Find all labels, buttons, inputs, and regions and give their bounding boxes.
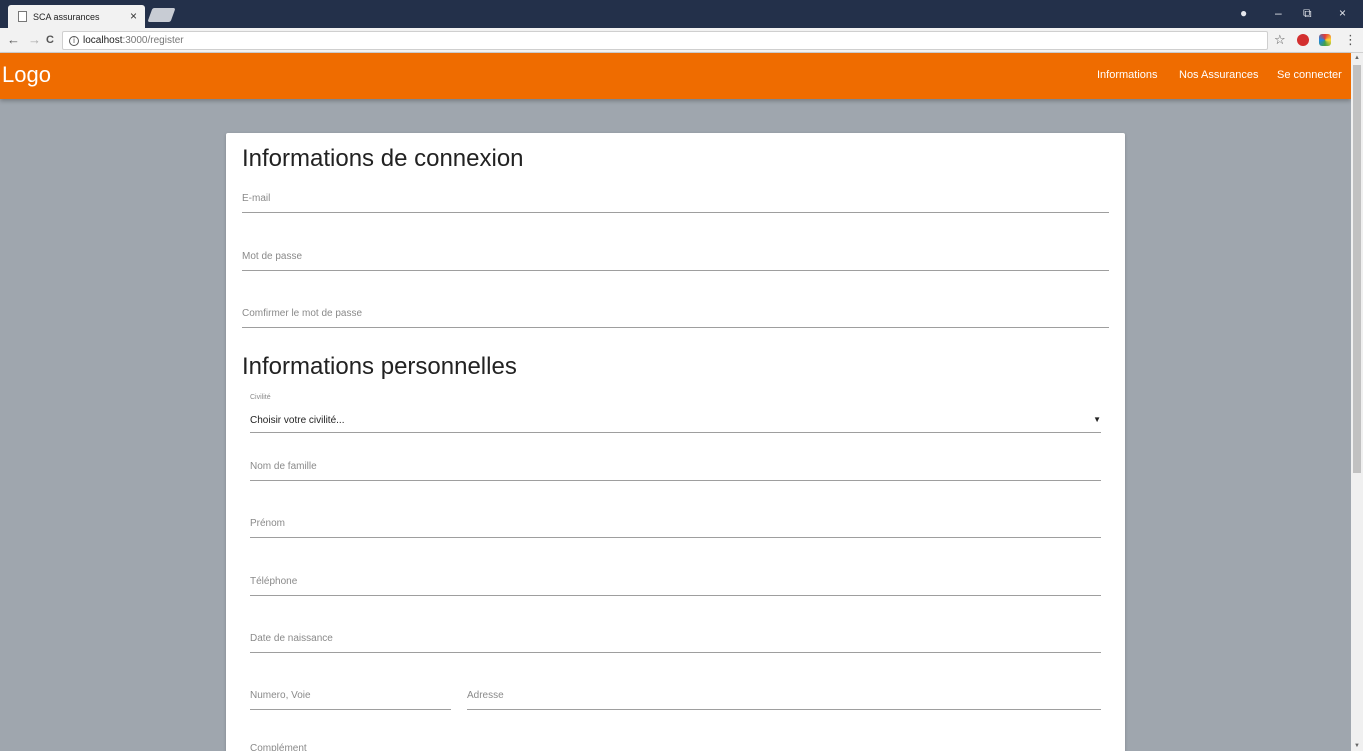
address-placeholder: Adresse bbox=[467, 690, 504, 701]
firstname-field[interactable]: Prénom bbox=[250, 516, 1101, 538]
nav-informations[interactable]: Informations bbox=[1097, 69, 1158, 81]
email-field[interactable]: E-mail bbox=[242, 191, 1109, 213]
chevron-down-icon: ▼ bbox=[1093, 415, 1101, 424]
complement-placeholder: Complément bbox=[250, 743, 307, 751]
lastname-field[interactable]: Nom de famille bbox=[250, 459, 1101, 481]
birthdate-field[interactable]: Date de naissance bbox=[250, 631, 1101, 653]
browser-titlebar: SCA assurances × ● – ⧉ × bbox=[0, 0, 1363, 28]
color-extension-icon[interactable] bbox=[1319, 34, 1331, 46]
civility-label: Civilité bbox=[250, 394, 271, 401]
minimize-button[interactable]: – bbox=[1275, 6, 1282, 20]
login-section-title: Informations de connexion bbox=[242, 145, 524, 172]
scroll-up-icon[interactable]: ▲ bbox=[1354, 55, 1360, 61]
scroll-thumb[interactable] bbox=[1353, 65, 1361, 473]
register-form-card: Informations de connexion E-mail Mot de … bbox=[226, 133, 1125, 751]
civility-select[interactable]: Choisir votre civilité... ▼ bbox=[250, 411, 1101, 433]
page-scrollbar[interactable]: ▲ ▼ bbox=[1351, 53, 1363, 751]
phone-placeholder: Téléphone bbox=[250, 576, 298, 587]
menu-icon[interactable]: ⋮ bbox=[1344, 32, 1357, 48]
scroll-down-icon[interactable]: ▼ bbox=[1354, 743, 1360, 749]
logo[interactable]: Logo bbox=[2, 62, 51, 88]
browser-toolbar: ← → C i localhost:3000/register ☆ ⋮ bbox=[0, 28, 1363, 53]
close-window-button[interactable]: × bbox=[1339, 6, 1346, 20]
new-tab-button[interactable] bbox=[147, 8, 176, 22]
password-field[interactable]: Mot de passe bbox=[242, 249, 1109, 271]
street-number-field[interactable]: Numero, Voie bbox=[250, 688, 451, 710]
password-placeholder: Mot de passe bbox=[242, 251, 303, 262]
account-icon[interactable]: ● bbox=[1240, 6, 1247, 20]
confirm-password-placeholder: Comfirmer le mot de passe bbox=[242, 308, 363, 319]
restore-button[interactable]: ⧉ bbox=[1303, 6, 1312, 21]
phone-field[interactable]: Téléphone bbox=[250, 574, 1101, 596]
forward-icon[interactable]: → bbox=[28, 32, 41, 47]
firstname-placeholder: Prénom bbox=[250, 518, 286, 529]
browser-tab[interactable]: SCA assurances × bbox=[8, 5, 145, 28]
address-field[interactable]: Adresse bbox=[467, 688, 1101, 710]
page-icon bbox=[18, 11, 27, 22]
back-icon[interactable]: ← bbox=[7, 32, 20, 47]
nav-se-connecter[interactable]: Se connecter bbox=[1277, 69, 1342, 81]
tab-title: SCA assurances bbox=[33, 11, 100, 22]
reload-icon[interactable]: C bbox=[46, 34, 54, 46]
adblock-extension-icon[interactable] bbox=[1297, 34, 1309, 46]
confirm-password-field[interactable]: Comfirmer le mot de passe bbox=[242, 306, 1109, 328]
street-number-placeholder: Numero, Voie bbox=[250, 690, 311, 701]
info-icon[interactable]: i bbox=[69, 35, 79, 46]
url-path: :3000/register bbox=[122, 35, 184, 46]
bookmark-star-icon[interactable]: ☆ bbox=[1274, 32, 1286, 48]
tab-close-icon[interactable]: × bbox=[130, 9, 137, 23]
complement-field[interactable]: Complément bbox=[250, 741, 1101, 751]
app-header: Logo Informations Nos Assurances Se conn… bbox=[0, 53, 1351, 99]
url-host: localhost bbox=[83, 35, 123, 46]
address-bar[interactable]: i localhost:3000/register bbox=[62, 31, 1268, 50]
lastname-placeholder: Nom de famille bbox=[250, 461, 317, 472]
civility-value: Choisir votre civilité... bbox=[250, 415, 345, 426]
nav-nos-assurances[interactable]: Nos Assurances bbox=[1179, 69, 1258, 81]
personal-section-title: Informations personnelles bbox=[242, 353, 517, 380]
birthdate-placeholder: Date de naissance bbox=[250, 633, 333, 644]
email-placeholder: E-mail bbox=[242, 193, 271, 204]
